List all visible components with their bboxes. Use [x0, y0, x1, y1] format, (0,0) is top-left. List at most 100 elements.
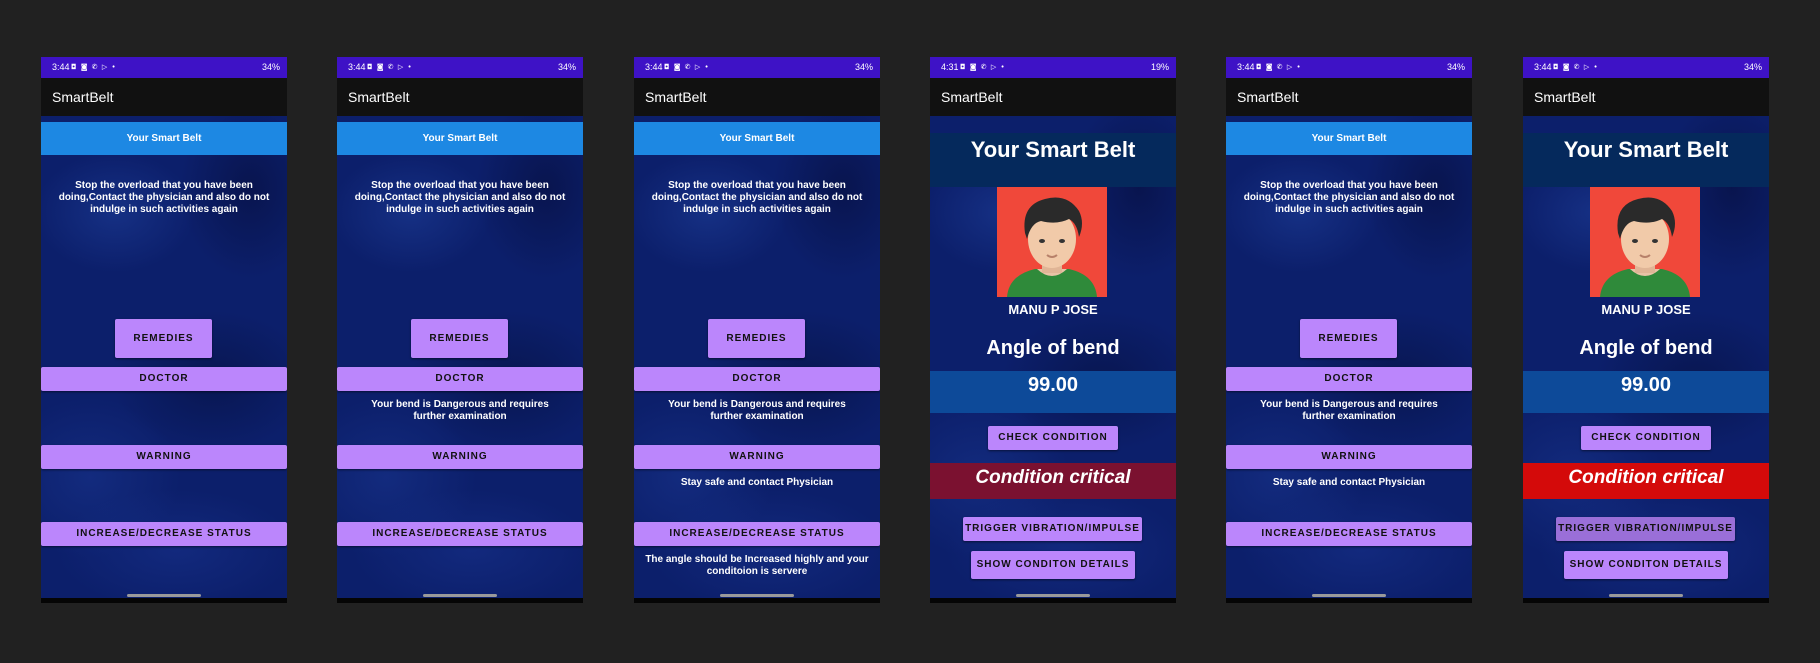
- warning-button[interactable]: WARNING: [337, 445, 583, 469]
- nav-bar: [337, 598, 583, 603]
- gesture-handle[interactable]: [423, 594, 497, 597]
- user-name: MANU P JOSE: [1601, 302, 1691, 317]
- status-bar: 3:44 ◘ ◙ ✆ ▷ • 34%: [1226, 57, 1472, 78]
- screen-content: Your Smart Belt MANU P JOSE Angle of ben…: [930, 116, 1176, 598]
- show-details-button[interactable]: SHOW CONDITON DETAILS: [1564, 551, 1728, 579]
- app-title: SmartBelt: [52, 89, 114, 105]
- status-button[interactable]: INCREASE/DECREASE STATUS: [337, 522, 583, 546]
- status-time: 3:44: [1237, 62, 1255, 72]
- battery-level: 34%: [557, 62, 576, 72]
- angle-label: Angle of bend: [1579, 337, 1713, 359]
- avatar: [997, 187, 1107, 297]
- user-avatar-icon: [1590, 187, 1700, 297]
- status-time: 3:44: [52, 62, 70, 72]
- notification-icons: ◘ ◙ ✆ ▷ •: [71, 63, 117, 71]
- gesture-handle[interactable]: [1312, 594, 1386, 597]
- advice-message: Stop the overload that you have been doi…: [58, 180, 270, 215]
- app-bar: SmartBelt: [634, 78, 880, 116]
- gesture-handle[interactable]: [1609, 594, 1683, 597]
- doctor-button[interactable]: DOCTOR: [41, 367, 287, 391]
- avatar: [1590, 187, 1700, 297]
- notification-icons: ◘ ◙ ✆ ▷ •: [1553, 63, 1599, 71]
- angle-label: Angle of bend: [986, 337, 1120, 359]
- status-bar: 3:44 ◘ ◙ ✆ ▷ • 34%: [41, 57, 287, 78]
- remedies-button[interactable]: REMEDIES: [1300, 319, 1397, 358]
- doctor-button[interactable]: DOCTOR: [337, 367, 583, 391]
- status-bar: 3:44 ◘ ◙ ✆ ▷ • 34%: [634, 57, 880, 78]
- status-button[interactable]: INCREASE/DECREASE STATUS: [41, 522, 287, 546]
- phone-screen-1: 3:44 ◘ ◙ ✆ ▷ • 34% SmartBelt Your Smart …: [41, 57, 287, 603]
- warning-result-text: Stay safe and contact Physician: [680, 477, 834, 488]
- battery-level: 34%: [854, 62, 873, 72]
- app-title: SmartBelt: [645, 89, 707, 105]
- remedies-button[interactable]: REMEDIES: [411, 319, 508, 358]
- status-result-text: The angle should be Increased highly and…: [645, 554, 869, 577]
- app-bar: SmartBelt: [930, 78, 1176, 116]
- status-button[interactable]: INCREASE/DECREASE STATUS: [634, 522, 880, 546]
- remedies-button[interactable]: REMEDIES: [708, 319, 805, 358]
- phone-screen-4: 4:31 ◘ ◙ ✆ ▷ • 19% SmartBelt Your Smart …: [930, 57, 1176, 603]
- doctor-result-text: Your bend is Dangerous and requires furt…: [1260, 399, 1438, 422]
- status-bar: 3:44 ◘ ◙ ✆ ▷ • 34%: [337, 57, 583, 78]
- user-avatar-icon: [997, 187, 1107, 297]
- remedies-button[interactable]: REMEDIES: [115, 319, 212, 358]
- condition-status: Condition critical: [1523, 463, 1769, 499]
- battery-level: 19%: [1150, 62, 1169, 72]
- doctor-button[interactable]: DOCTOR: [634, 367, 880, 391]
- trigger-vibration-button[interactable]: TRIGGER VIBRATION/IMPULSE: [1556, 517, 1735, 541]
- status-bar: 4:31 ◘ ◙ ✆ ▷ • 19%: [930, 57, 1176, 78]
- doctor-result-text: Your bend is Dangerous and requires furt…: [668, 399, 846, 422]
- doctor-result-text: Your bend is Dangerous and requires furt…: [371, 399, 549, 422]
- phone-screen-5: 3:44 ◘ ◙ ✆ ▷ • 34% SmartBelt Your Smart …: [1226, 57, 1472, 603]
- app-title: SmartBelt: [1237, 89, 1299, 105]
- nav-bar: [930, 598, 1176, 603]
- app-title: SmartBelt: [1534, 89, 1596, 105]
- status-time: 3:44: [1534, 62, 1552, 72]
- doctor-button[interactable]: DOCTOR: [1226, 367, 1472, 391]
- trigger-vibration-button[interactable]: TRIGGER VIBRATION/IMPULSE: [963, 517, 1142, 541]
- warning-button[interactable]: WARNING: [634, 445, 880, 469]
- status-time: 4:31: [941, 62, 959, 72]
- nav-bar: [634, 598, 880, 603]
- check-condition-button[interactable]: CHECK CONDITION: [1581, 426, 1711, 450]
- screen-content: Your Smart Belt MANU P JOSE Angle of ben…: [1523, 116, 1769, 598]
- gesture-handle[interactable]: [1016, 594, 1090, 597]
- check-condition-button[interactable]: CHECK CONDITION: [988, 426, 1118, 450]
- app-bar: SmartBelt: [337, 78, 583, 116]
- nav-bar: [41, 598, 287, 603]
- phone-screen-2: 3:44 ◘ ◙ ✆ ▷ • 34% SmartBelt Your Smart …: [337, 57, 583, 603]
- page-title: Your Smart Belt: [930, 133, 1176, 187]
- battery-level: 34%: [1743, 62, 1762, 72]
- angle-value: 99.00: [1523, 371, 1769, 413]
- app-title: SmartBelt: [941, 89, 1003, 105]
- notification-icons: ◘ ◙ ✆ ▷ •: [664, 63, 710, 71]
- show-details-button[interactable]: SHOW CONDITON DETAILS: [971, 551, 1135, 579]
- warning-button[interactable]: WARNING: [1226, 445, 1472, 469]
- status-time: 3:44: [348, 62, 366, 72]
- screen-content: Your Smart Belt Stop the overload that y…: [337, 116, 583, 598]
- page-title: Your Smart Belt: [337, 122, 583, 155]
- gesture-handle[interactable]: [720, 594, 794, 597]
- advice-message: Stop the overload that you have been doi…: [354, 180, 566, 215]
- battery-level: 34%: [1446, 62, 1465, 72]
- battery-level: 34%: [261, 62, 280, 72]
- advice-message: Stop the overload that you have been doi…: [1243, 180, 1455, 215]
- app-title: SmartBelt: [348, 89, 410, 105]
- phone-screen-6: 3:44 ◘ ◙ ✆ ▷ • 34% SmartBelt Your Smart …: [1523, 57, 1769, 603]
- page-title: Your Smart Belt: [41, 122, 287, 155]
- status-button[interactable]: INCREASE/DECREASE STATUS: [1226, 522, 1472, 546]
- screen-content: Your Smart Belt Stop the overload that y…: [41, 116, 287, 598]
- status-time: 3:44: [645, 62, 663, 72]
- screen-content: Your Smart Belt Stop the overload that y…: [634, 116, 880, 598]
- screen-content: Your Smart Belt Stop the overload that y…: [1226, 116, 1472, 598]
- notification-icons: ◘ ◙ ✆ ▷ •: [1256, 63, 1302, 71]
- page-title: Your Smart Belt: [634, 122, 880, 155]
- app-bar: SmartBelt: [1523, 78, 1769, 116]
- user-name: MANU P JOSE: [1008, 302, 1098, 317]
- warning-button[interactable]: WARNING: [41, 445, 287, 469]
- nav-bar: [1523, 598, 1769, 603]
- notification-icons: ◘ ◙ ✆ ▷ •: [367, 63, 413, 71]
- app-bar: SmartBelt: [1226, 78, 1472, 116]
- gesture-handle[interactable]: [127, 594, 201, 597]
- page-title: Your Smart Belt: [1226, 122, 1472, 155]
